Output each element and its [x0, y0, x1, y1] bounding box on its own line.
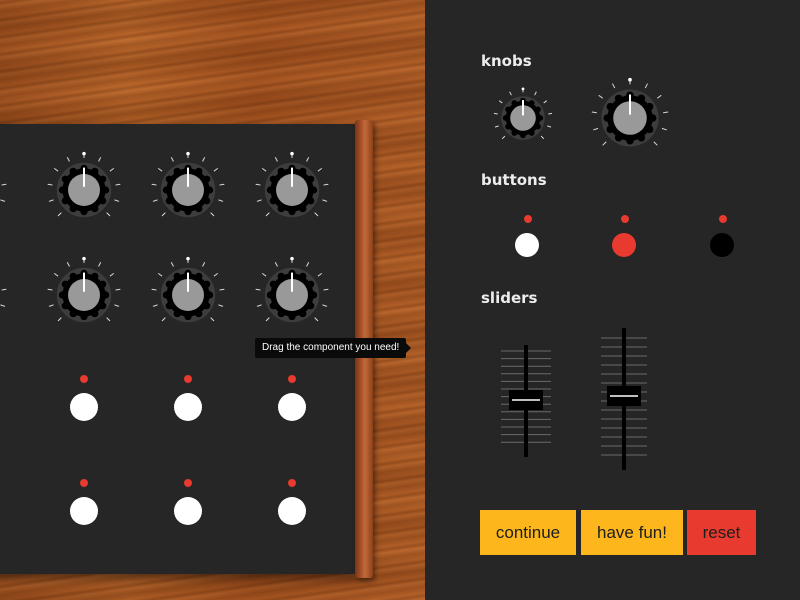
button-cap	[70, 497, 98, 525]
component-palette: knobs buttons sliders continue have fun!…	[425, 0, 800, 600]
buttons-heading: buttons	[481, 171, 547, 189]
panel-button[interactable]	[278, 479, 306, 525]
palette-button-red[interactable]	[612, 215, 638, 257]
panel-button[interactable]	[70, 375, 98, 421]
button-led	[80, 375, 88, 383]
palette-slider-large[interactable]	[601, 328, 647, 477]
palette-knob-large[interactable]	[588, 76, 672, 160]
panel-knob[interactable]	[0, 255, 10, 335]
button-cap	[70, 393, 98, 421]
button-led	[524, 215, 532, 223]
button-led	[184, 375, 192, 383]
panel-knob[interactable]	[44, 255, 124, 335]
button-led	[288, 479, 296, 487]
panel-knob[interactable]	[148, 255, 228, 335]
panel-button[interactable]	[174, 479, 202, 525]
palette-knob-small[interactable]	[491, 86, 555, 150]
button-cap	[278, 497, 306, 525]
button-led	[288, 375, 296, 383]
panel-knob[interactable]	[44, 150, 124, 230]
panel-button[interactable]	[278, 375, 306, 421]
panel-knob[interactable]	[252, 150, 332, 230]
palette-button-white[interactable]	[515, 215, 541, 257]
panel-button[interactable]	[70, 479, 98, 525]
panel-knob[interactable]	[252, 255, 332, 335]
button-cap	[174, 497, 202, 525]
palette-slider-small[interactable]	[501, 345, 551, 464]
knobs-heading: knobs	[481, 52, 532, 70]
desk-area: Drag the component you need!	[0, 0, 425, 600]
have-fun-button[interactable]: have fun!	[581, 510, 683, 555]
button-led	[184, 479, 192, 487]
button-led	[621, 215, 629, 223]
panel-knob[interactable]	[0, 150, 10, 230]
reset-button[interactable]: reset	[687, 510, 756, 555]
button-cap	[710, 233, 734, 257]
button-cap	[278, 393, 306, 421]
button-cap	[612, 233, 636, 257]
continue-button[interactable]: continue	[480, 510, 576, 555]
button-led	[80, 479, 88, 487]
panel-button[interactable]	[174, 375, 202, 421]
button-cap	[174, 393, 202, 421]
drag-tooltip: Drag the component you need!	[255, 338, 412, 358]
palette-button-black[interactable]	[710, 215, 736, 257]
sliders-heading: sliders	[481, 289, 538, 307]
button-cap	[515, 233, 539, 257]
panel-knob[interactable]	[148, 150, 228, 230]
button-led	[719, 215, 727, 223]
